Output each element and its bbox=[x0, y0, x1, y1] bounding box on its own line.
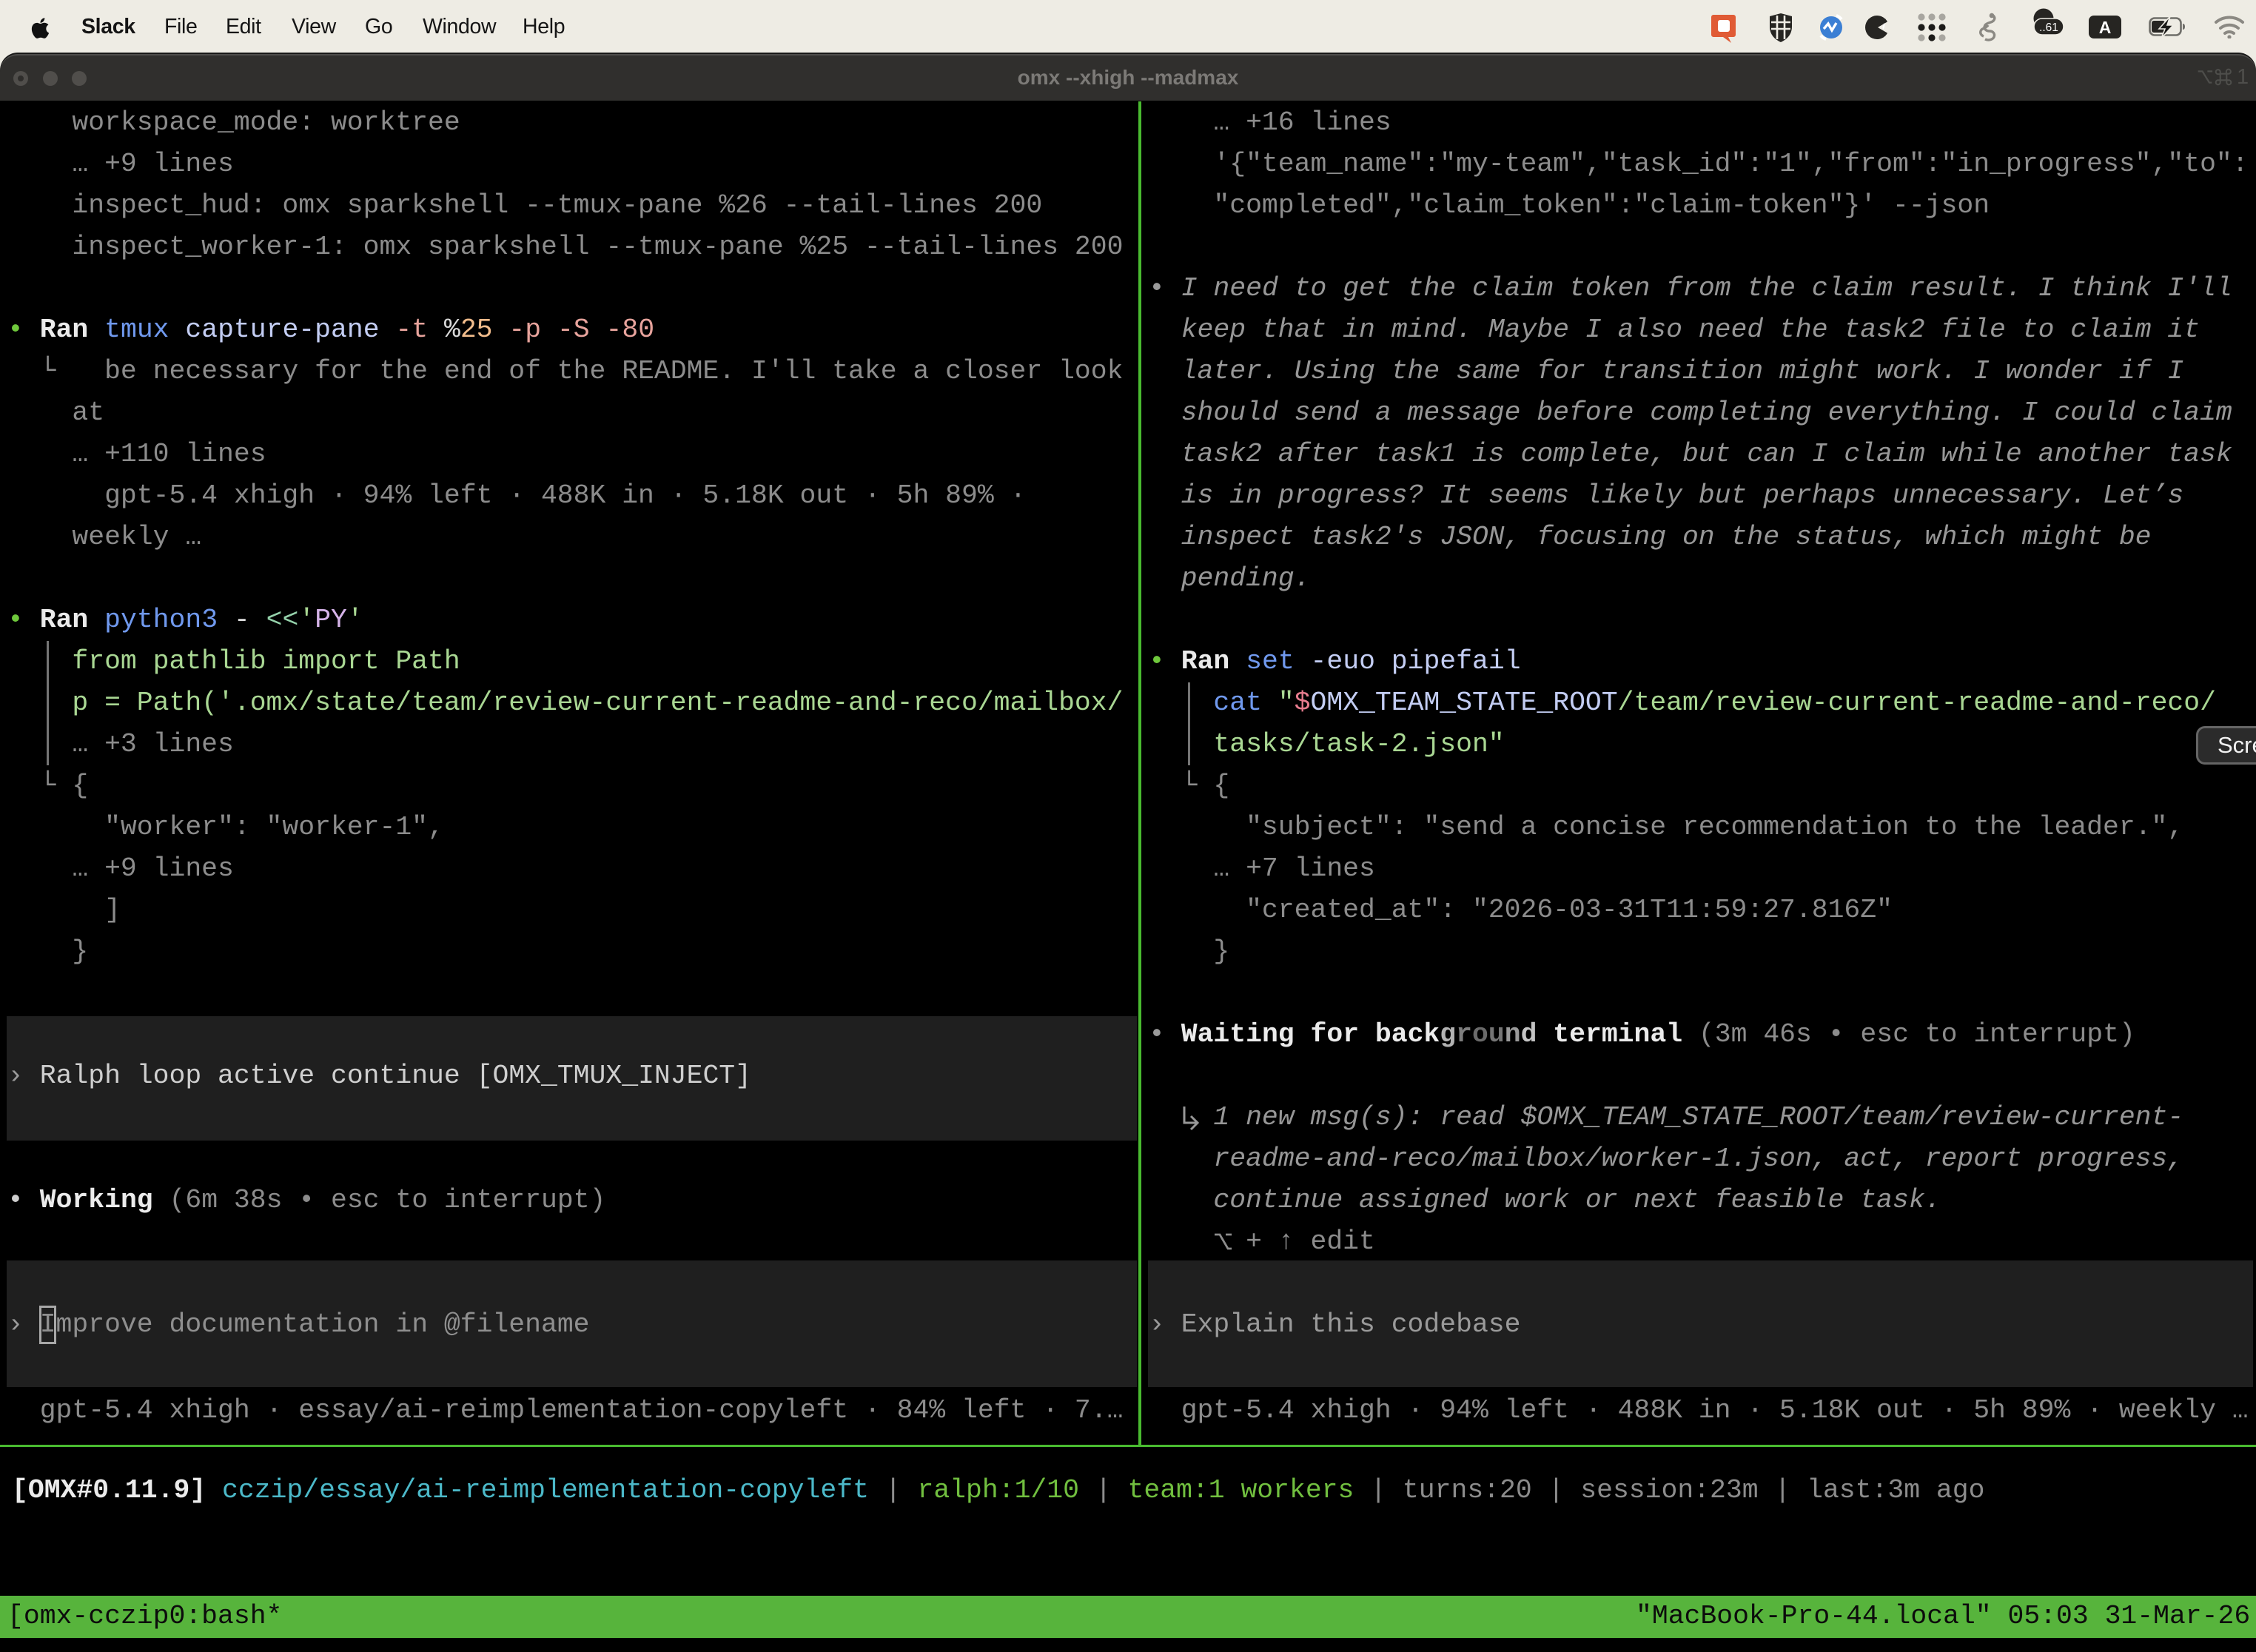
svg-text:..61: ..61 bbox=[2039, 21, 2058, 34]
svg-text:A: A bbox=[2099, 18, 2112, 37]
